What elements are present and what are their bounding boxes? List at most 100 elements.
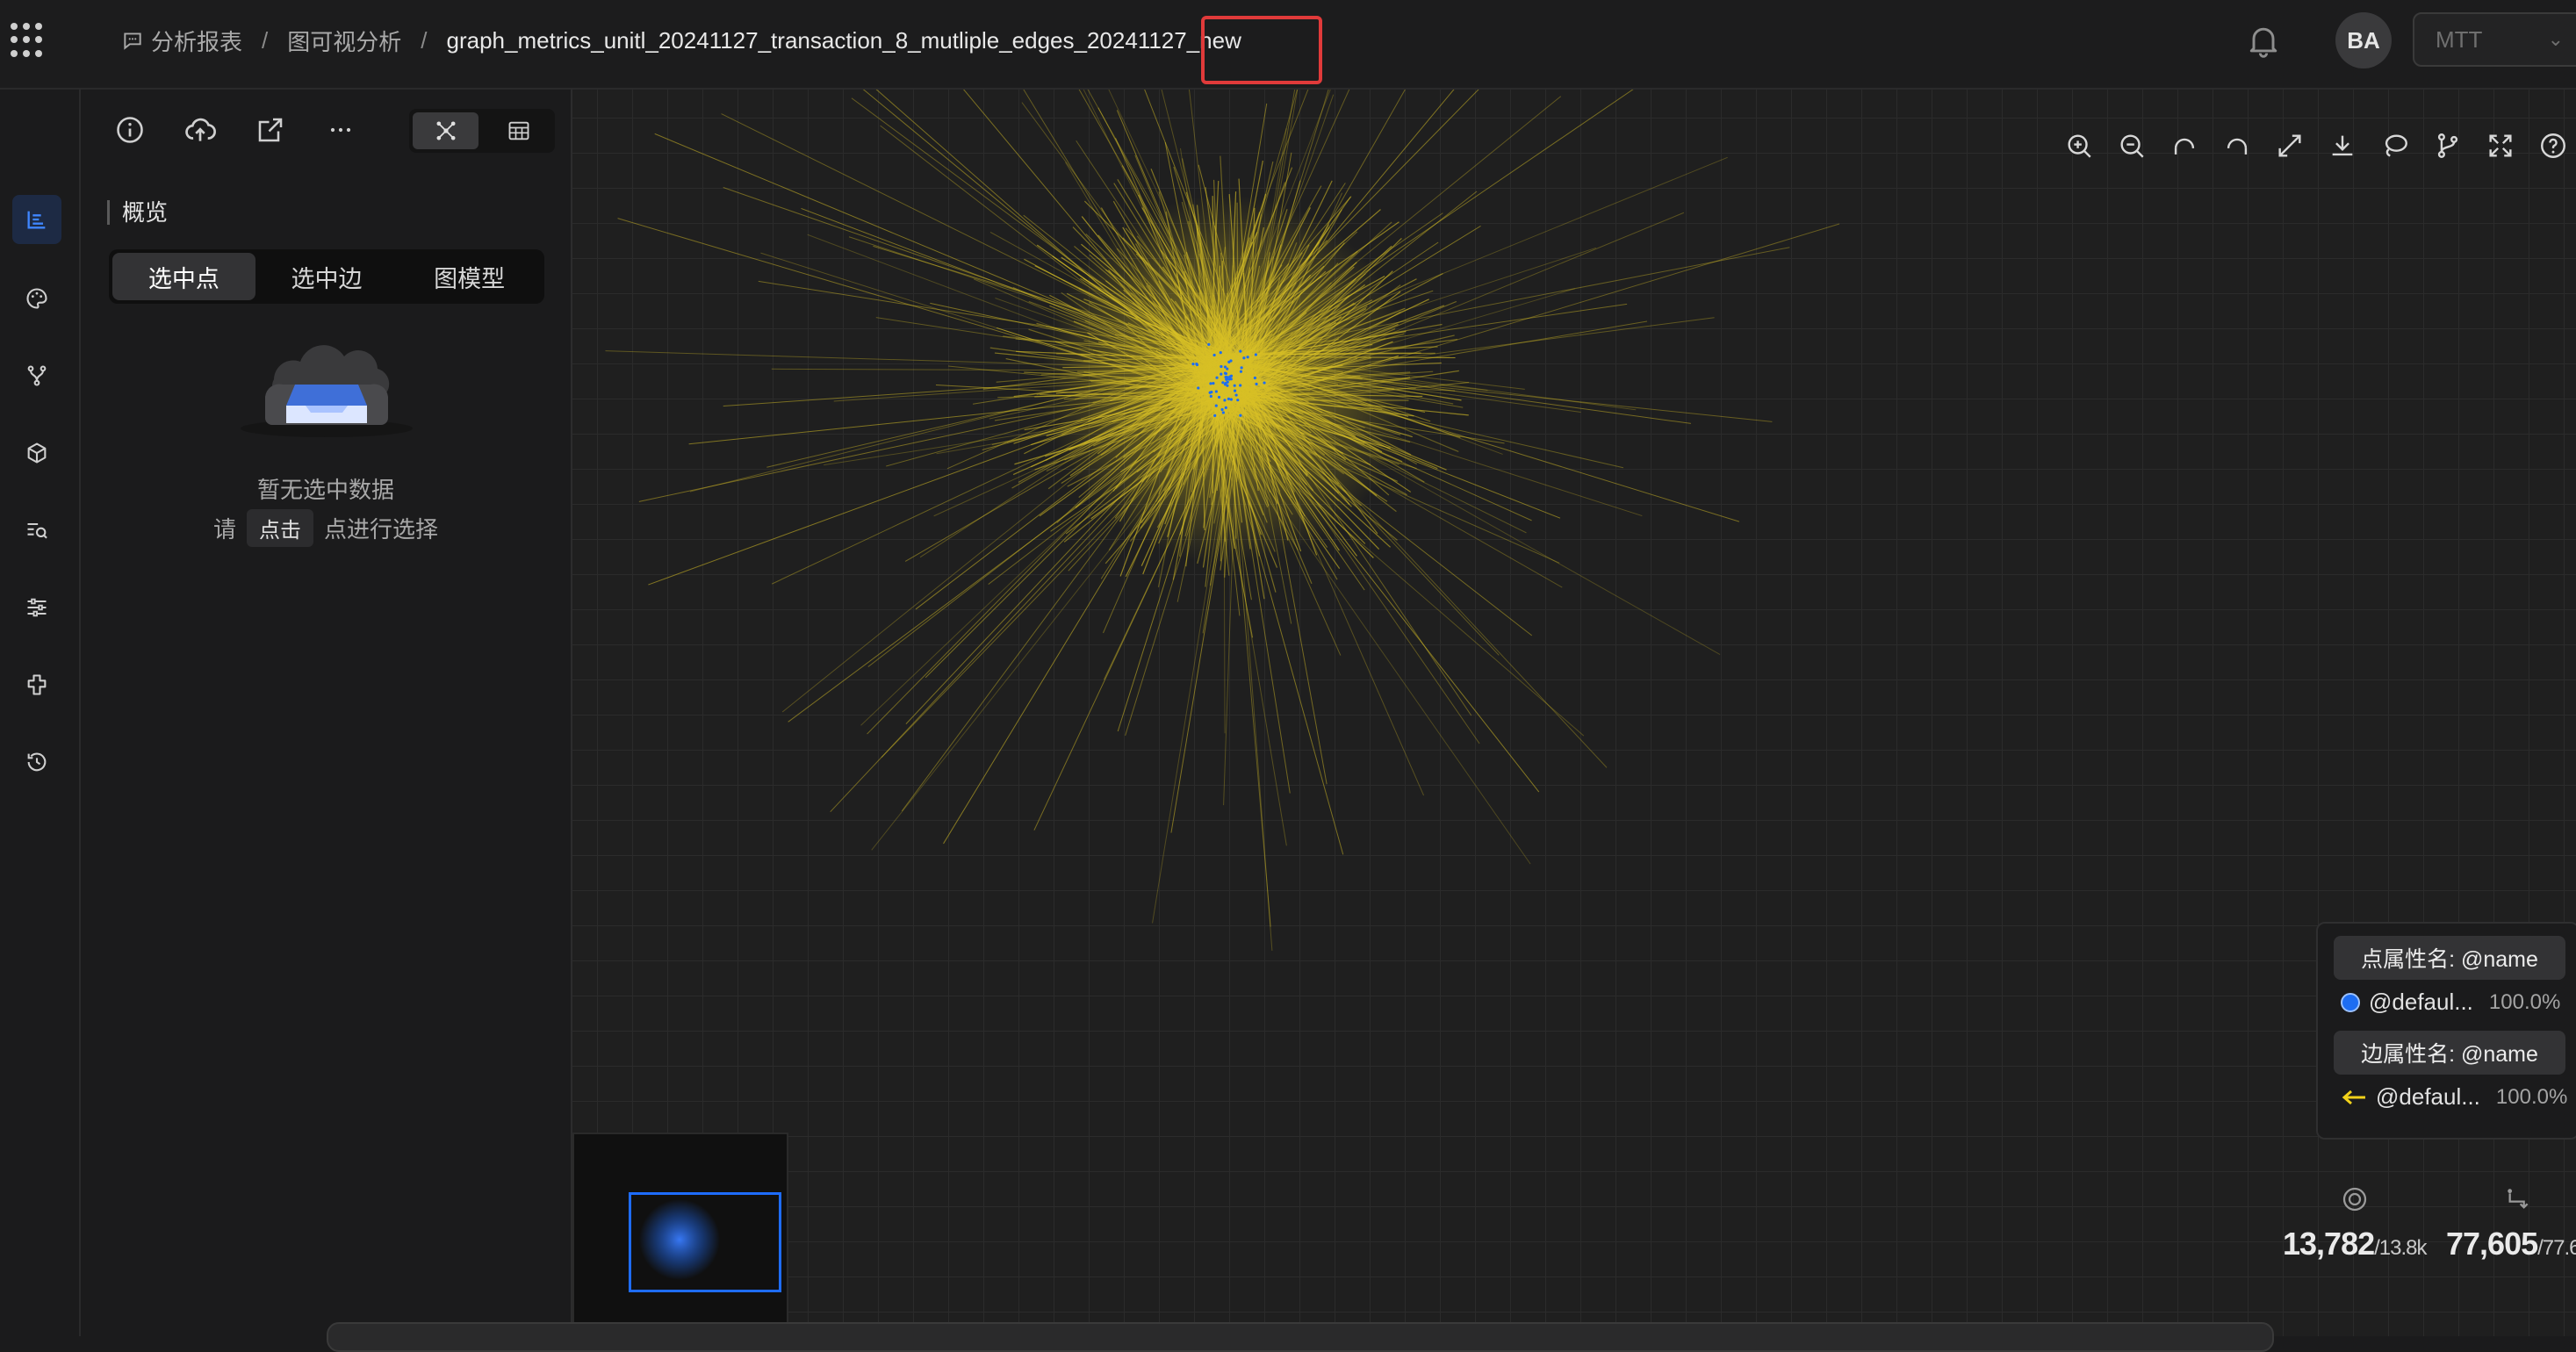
graph-node[interactable] [1225, 372, 1227, 375]
graph-node[interactable] [1212, 382, 1214, 385]
rail-item-tree[interactable] [12, 195, 61, 244]
graph-node[interactable] [1196, 363, 1198, 366]
graph-node[interactable] [1215, 390, 1218, 392]
breadcrumb-separator: / [262, 27, 268, 54]
graph-node[interactable] [1210, 391, 1212, 393]
rail-item-filter[interactable] [12, 583, 61, 632]
info-button[interactable] [109, 109, 151, 151]
graph-node[interactable] [1234, 393, 1237, 396]
graph-node[interactable] [1225, 406, 1227, 409]
expand-diagonal-icon [2275, 131, 2305, 161]
legend-edge-row[interactable]: @defaul... 100.0% [2341, 1083, 2576, 1111]
graph-node[interactable] [1213, 354, 1216, 356]
path-button[interactable] [2430, 128, 2465, 163]
minimap-viewport[interactable] [629, 1192, 781, 1292]
fullscreen-button[interactable] [2483, 128, 2518, 163]
graph-node[interactable] [1247, 356, 1249, 358]
legend-node-row[interactable]: @defaul... 100.0% [2341, 989, 2576, 1016]
table-view-button[interactable] [486, 112, 551, 149]
download-icon [2328, 131, 2357, 161]
graph-node[interactable] [1213, 414, 1216, 417]
apps-grid-icon[interactable] [11, 23, 46, 58]
legend-edge-attribute[interactable]: 边属性名: @name [2334, 1031, 2565, 1075]
graph-view-button[interactable] [413, 112, 479, 149]
breadcrumb-item-reports[interactable]: 分析报表 [151, 25, 242, 57]
graph-node[interactable] [1209, 382, 1212, 385]
graph-canvas[interactable] [572, 90, 2576, 1336]
rail-item-style[interactable] [12, 274, 61, 323]
graph-node[interactable] [1215, 377, 1218, 379]
undo-button[interactable] [2167, 128, 2202, 163]
graph-node[interactable] [1241, 366, 1243, 369]
graph-node[interactable] [1255, 383, 1257, 385]
graph-node[interactable] [1236, 399, 1239, 401]
graph-node[interactable] [1197, 386, 1199, 389]
graph-node[interactable] [1220, 365, 1222, 368]
graph-node[interactable] [1234, 390, 1236, 392]
tab-graph-model[interactable]: 图模型 [398, 253, 541, 300]
upload-button[interactable] [179, 109, 221, 151]
minimap[interactable] [572, 1133, 788, 1340]
org-select[interactable]: MTT ⌄ [2413, 12, 2576, 67]
rail-item-branch[interactable] [12, 351, 61, 400]
legend-node-attribute[interactable]: 点属性名: @name [2334, 936, 2565, 980]
graph-node[interactable] [1222, 411, 1225, 414]
graph-node[interactable] [1220, 408, 1223, 411]
overview-heading: 概览 [107, 200, 168, 225]
notification-bell-icon[interactable] [2244, 21, 2283, 60]
export-button[interactable] [249, 109, 291, 151]
rail-item-model[interactable] [12, 428, 61, 478]
table-icon [507, 119, 531, 143]
graph-node[interactable] [1239, 384, 1241, 386]
graph-node[interactable] [1210, 395, 1212, 398]
graph-node[interactable] [1263, 381, 1265, 384]
lasso-button[interactable] [2378, 128, 2413, 163]
help-button[interactable] [2536, 128, 2571, 163]
node-target-icon [2341, 1185, 2369, 1213]
graph-node[interactable] [1223, 399, 1226, 401]
graph-node[interactable] [1255, 353, 1257, 356]
edge-count-stat: 77,605/77.6k [2446, 1185, 2576, 1262]
graph-node[interactable] [1221, 381, 1224, 384]
more-button[interactable] [320, 109, 362, 151]
fullscreen-icon [2486, 131, 2515, 161]
graph-node[interactable] [1228, 375, 1231, 378]
tab-selected-nodes[interactable]: 选中点 [112, 253, 255, 300]
graph-visualization[interactable] [572, 90, 2576, 1336]
graph-node[interactable] [1191, 363, 1194, 365]
graph-node[interactable] [1242, 356, 1245, 359]
graph-node[interactable] [1220, 373, 1222, 376]
cloud-upload-icon [183, 113, 217, 147]
tab-selected-edges[interactable]: 选中边 [255, 253, 399, 300]
rail-item-search[interactable] [12, 506, 61, 555]
graph-node[interactable] [1215, 405, 1218, 407]
breadcrumb-item-visual-analysis[interactable]: 图可视分析 [287, 25, 401, 57]
graph-node[interactable] [1230, 398, 1233, 400]
legend-edge-value: @defaul... [2376, 1083, 2480, 1111]
redo-button[interactable] [2220, 128, 2255, 163]
graph-node[interactable] [1207, 343, 1210, 346]
rail-item-plugin[interactable] [12, 660, 61, 709]
graph-node[interactable] [1240, 370, 1242, 373]
user-avatar[interactable]: BA [2335, 12, 2392, 68]
graph-node[interactable] [1227, 398, 1230, 400]
edge-count: 77,605 [2446, 1226, 2537, 1262]
zoom-in-button[interactable] [2062, 128, 2097, 163]
zoom-out-button[interactable] [2114, 128, 2149, 163]
graph-node[interactable] [1225, 382, 1227, 385]
graph-node[interactable] [1226, 385, 1228, 387]
download-button[interactable] [2325, 128, 2360, 163]
graph-node[interactable] [1254, 377, 1256, 379]
graph-node[interactable] [1224, 365, 1227, 368]
graph-node[interactable] [1234, 385, 1236, 387]
graph-node[interactable] [1239, 414, 1241, 417]
graph-node[interactable] [1239, 350, 1241, 353]
graph-node[interactable] [1220, 351, 1222, 354]
bottom-timeline-bar[interactable] [327, 1322, 2274, 1352]
graph-node[interactable] [1225, 376, 1227, 378]
graph-node[interactable] [1218, 396, 1220, 399]
fit-view-button[interactable] [2272, 128, 2307, 163]
graph-node[interactable] [1230, 378, 1233, 380]
rail-item-history[interactable] [12, 737, 61, 787]
graph-node[interactable] [1229, 359, 1232, 362]
